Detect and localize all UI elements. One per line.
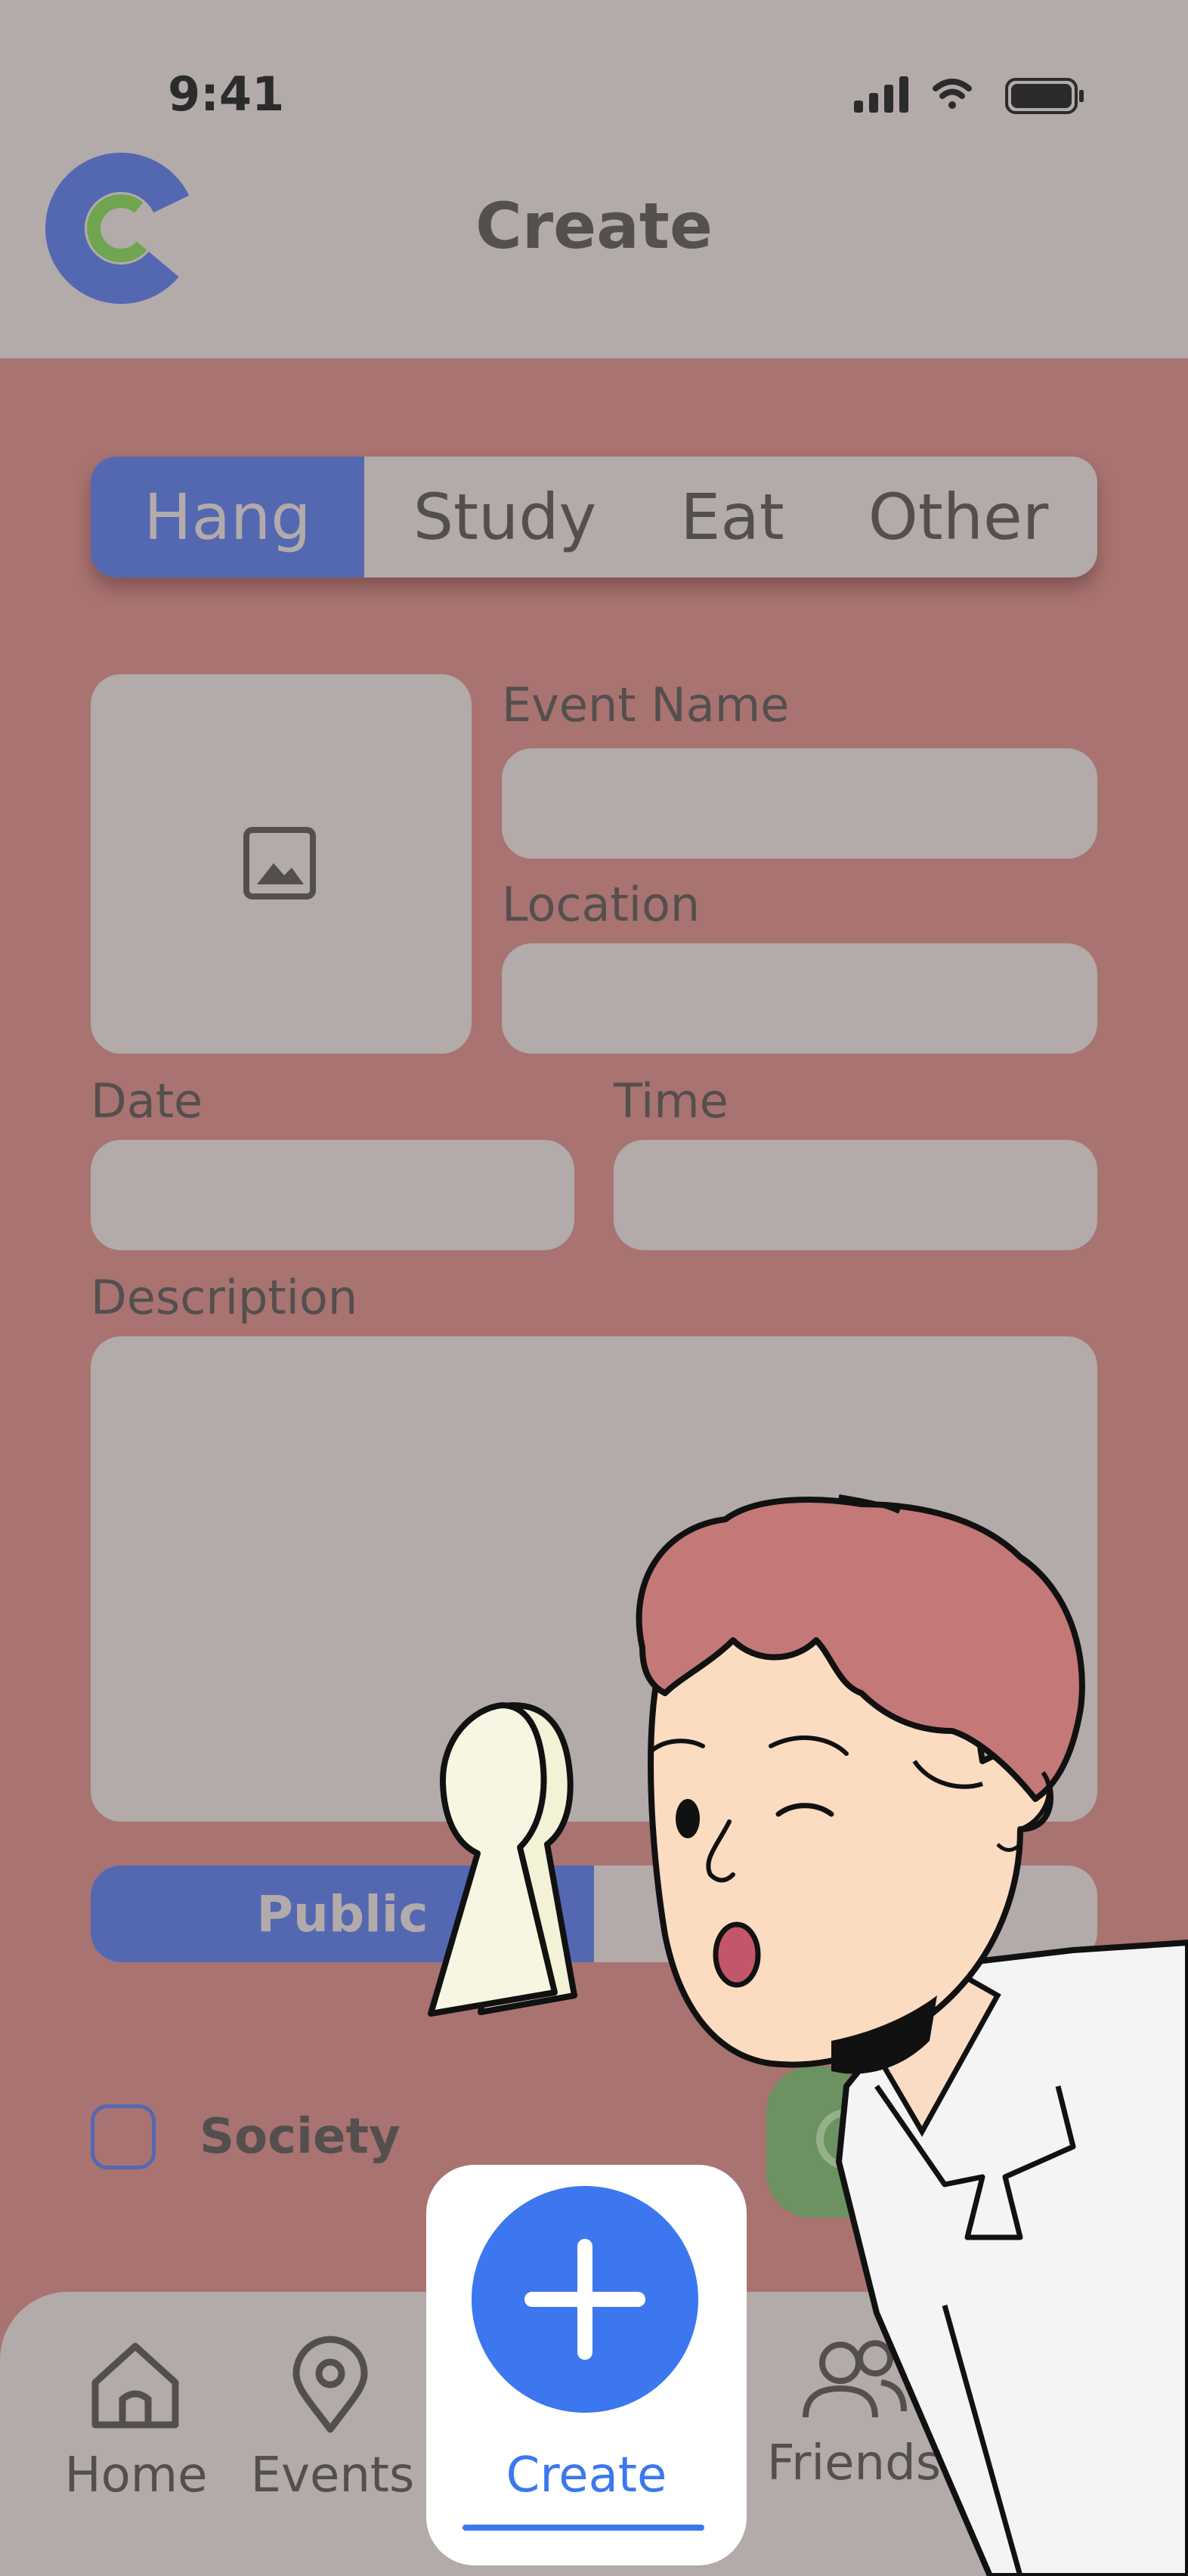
page-title: Create: [475, 189, 713, 263]
location-input[interactable]: [502, 943, 1097, 1054]
tab-eat[interactable]: Eat: [645, 457, 819, 577]
society-checkbox[interactable]: [91, 2104, 156, 2169]
time-input[interactable]: [614, 1140, 1097, 1250]
status-time: 9:41: [168, 67, 285, 122]
tab-hang[interactable]: Hang: [91, 457, 364, 577]
battery-icon: [1005, 78, 1084, 114]
wifi-icon: [933, 79, 972, 109]
status-icons: [854, 76, 1084, 114]
date-input[interactable]: [91, 1140, 574, 1250]
event-name-label: Event Name: [502, 677, 790, 732]
tab-other[interactable]: Other: [819, 457, 1097, 577]
society-label: Society: [200, 2109, 401, 2165]
signal-icon: [854, 76, 908, 113]
tab-study[interactable]: Study: [364, 457, 645, 577]
image-icon: [243, 827, 316, 899]
nav-events-label[interactable]: Events: [242, 2448, 423, 2503]
location-pin-icon[interactable]: [281, 2336, 379, 2434]
keyhole-illustration: [428, 1702, 577, 2017]
home-icon[interactable]: [86, 2336, 184, 2434]
nav-home-label[interactable]: Home: [45, 2448, 227, 2503]
peeking-person-illustration: [428, 1494, 1188, 2576]
time-label: Time: [614, 1073, 729, 1129]
date-label: Date: [91, 1073, 203, 1129]
event-name-input[interactable]: [502, 748, 1097, 859]
category-tabs: Hang Study Eat Other: [91, 457, 1097, 577]
location-label: Location: [502, 877, 701, 932]
description-label: Description: [91, 1270, 358, 1325]
